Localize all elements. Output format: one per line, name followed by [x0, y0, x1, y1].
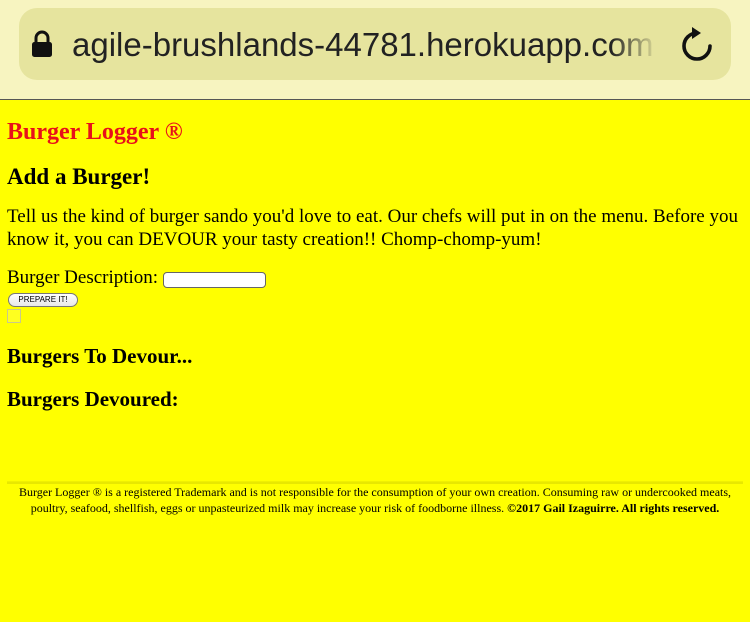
add-burger-heading: Add a Burger!: [7, 164, 151, 189]
intro-text: Tell us the kind of burger sando you'd l…: [7, 206, 738, 250]
page-content: Burger Logger ® Add a Burger! Tell us th…: [0, 101, 750, 622]
burgers-to-devour-heading: Burgers To Devour...: [7, 344, 193, 368]
lock-icon: [32, 30, 52, 57]
burger-description-label: Burger Description:: [7, 267, 159, 288]
site-title: Burger Logger ®: [7, 119, 183, 145]
burger-description-input[interactable]: [163, 272, 266, 288]
footer-copyright: ©2017 Gail Izaguirre. All rights reserve…: [507, 501, 720, 515]
browser-toolbar: agile-brushlands-44781.herokuapp.com: [0, 0, 750, 100]
url-text[interactable]: agile-brushlands-44781.herokuapp.com: [72, 23, 658, 67]
footer-notice: Burger Logger ® is a registered Trademar…: [7, 484, 743, 516]
reload-icon[interactable]: [680, 26, 714, 64]
prepare-it-button[interactable]: PREPARE IT!: [8, 293, 78, 307]
burgers-devoured-heading: Burgers Devoured:: [7, 387, 179, 411]
empty-box: [7, 309, 21, 323]
